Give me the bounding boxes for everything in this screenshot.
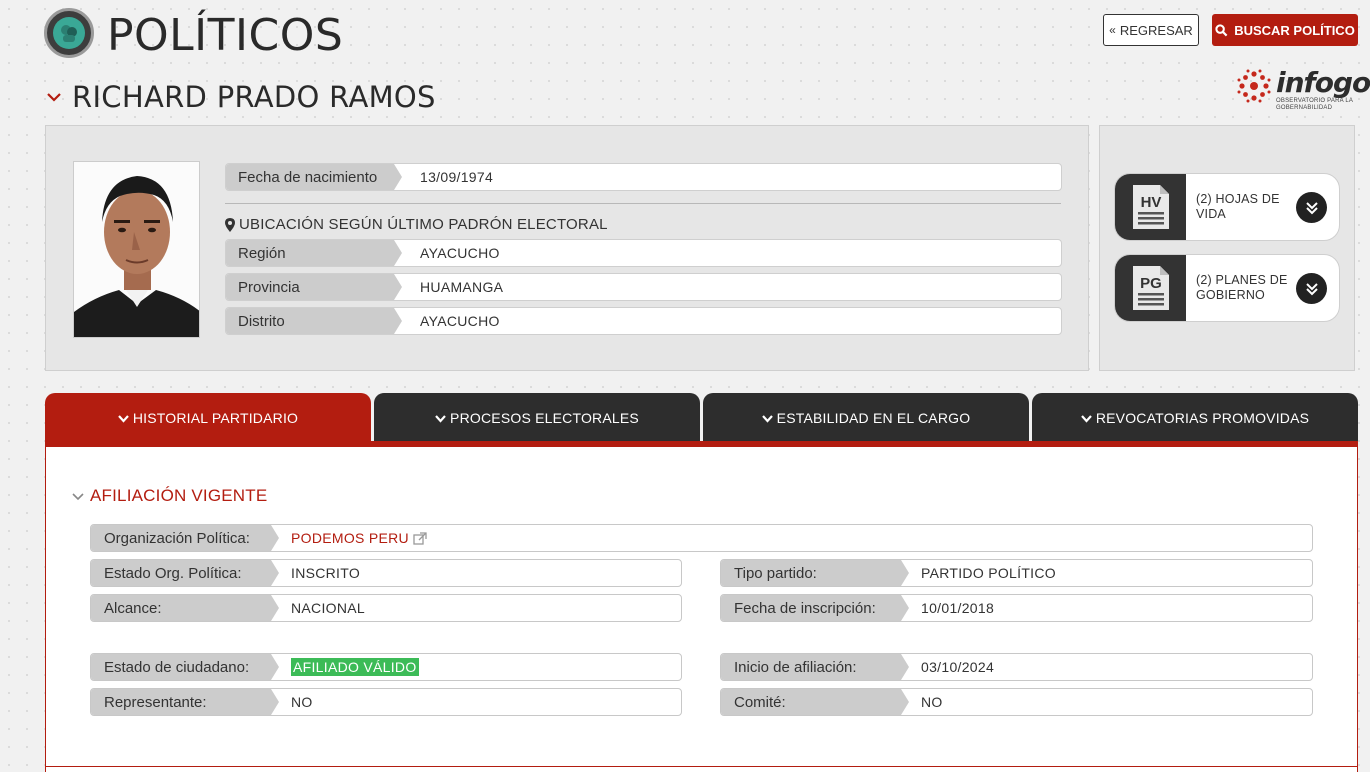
double-chevron-down-icon[interactable]	[1296, 273, 1327, 304]
chevron-down-icon	[118, 414, 129, 423]
tipo-partido-field: Tipo partido: PARTIDO POLÍTICO	[720, 559, 1313, 587]
field-value: AYACUCHO	[420, 245, 500, 261]
party-link[interactable]: PODEMOS PERU	[291, 530, 409, 546]
comite-field: Comité: NO	[720, 688, 1313, 716]
svg-text:PG: PG	[1140, 275, 1162, 292]
affiliation-title: AFILIACIÓN VIGENTE	[90, 486, 268, 505]
location-heading: UBICACIÓN SEGÚN ÚLTIMO PADRÓN ELECTORAL	[225, 216, 608, 233]
infogob-tagline: OBSERVATORIO PARA LA GOBERNABILIDAD	[1276, 98, 1353, 111]
politician-photo	[73, 161, 200, 338]
location-heading-text: UBICACIÓN SEGÚN ÚLTIMO PADRÓN ELECTORAL	[239, 216, 608, 233]
org-politica-field: Organización Política: PODEMOS PERU	[90, 524, 1313, 552]
estado-ciudadano-field: Estado de ciudadano: AFILIADO VÁLIDO	[90, 653, 682, 681]
search-button-label: BUSCAR POLÍTICO	[1234, 22, 1355, 38]
chevron-down-icon[interactable]	[46, 90, 62, 104]
tab-label: REVOCATORIAS PROMOVIDAS	[1095, 410, 1310, 426]
resumes-card[interactable]: HV (2) HOJAS DE VIDA	[1114, 173, 1340, 241]
field-label: Provincia	[226, 274, 402, 300]
field-value: HUAMANGA	[420, 279, 504, 295]
field-label: Estado de ciudadano:	[91, 654, 279, 680]
divider	[225, 203, 1061, 204]
field-value: NO	[921, 694, 943, 710]
affiliation-section-toggle[interactable]: AFILIACIÓN VIGENTE	[72, 486, 267, 506]
field-label: Alcance:	[91, 595, 279, 621]
back-button-label: REGRESAR	[1119, 22, 1193, 38]
field-value: INSCRITO	[291, 565, 361, 581]
alcance-field: Alcance: NACIONAL	[90, 594, 682, 622]
external-link-icon[interactable]	[413, 531, 427, 545]
field-value: 10/01/2018	[921, 600, 995, 616]
government-plans-card[interactable]: PG (2) PLANES DE GOBIERNO	[1114, 254, 1340, 322]
district-field: Distrito AYACUCHO	[225, 307, 1062, 335]
infogob-emblem-icon	[1237, 69, 1271, 103]
chevron-down-icon	[72, 492, 84, 500]
field-value: AFILIADO VÁLIDO	[279, 654, 419, 680]
field-label: Comité:	[721, 689, 909, 715]
chevron-down-icon	[435, 414, 446, 423]
infogob-logo[interactable]: infogob OBSERVATORIO PARA LA GOBERNABILI…	[1236, 66, 1370, 114]
tab-estabilidad-cargo[interactable]: ESTABILIDAD EN EL CARGO	[703, 393, 1029, 443]
status-badge: AFILIADO VÁLIDO	[291, 658, 419, 676]
region-field: Región AYACUCHO	[225, 239, 1062, 267]
search-politician-button[interactable]: BUSCAR POLÍTICO	[1212, 14, 1358, 46]
birth-date-field: Fecha de nacimiento 13/09/1974	[225, 163, 1062, 191]
field-value: NACIONAL	[291, 600, 365, 616]
tab-historial-partidario[interactable]: HISTORIAL PARTIDARIO	[45, 393, 371, 443]
government-plans-label: (2) PLANES DE GOBIERNO	[1196, 273, 1288, 302]
field-label: Representante:	[91, 689, 279, 715]
field-value: PARTIDO POLÍTICO	[921, 565, 1056, 581]
double-chevron-down-icon[interactable]	[1296, 192, 1327, 223]
field-value: AYACUCHO	[420, 313, 500, 329]
tab-procesos-electorales[interactable]: PROCESOS ELECTORALES	[374, 393, 700, 443]
tab-label: ESTABILIDAD EN EL CARGO	[776, 410, 971, 426]
back-button[interactable]: « REGRESAR	[1103, 14, 1199, 46]
page-title: POLÍTICOS	[107, 10, 344, 61]
fecha-inscripcion-field: Fecha de inscripción: 10/01/2018	[720, 594, 1313, 622]
field-label: Organización Política:	[91, 525, 279, 551]
document-hv-icon: HV	[1115, 174, 1186, 240]
field-value: PODEMOS PERU	[279, 525, 427, 551]
svg-text:HV: HV	[1140, 194, 1161, 211]
double-chevron-left-icon: «	[1109, 23, 1116, 37]
field-label: Distrito	[226, 308, 402, 334]
field-value: 03/10/2024	[921, 659, 995, 675]
field-label: Tipo partido:	[721, 560, 909, 586]
inicio-afiliacion-field: Inicio de afiliación: 03/10/2024	[720, 653, 1313, 681]
document-pg-icon: PG	[1115, 255, 1186, 321]
field-label: Fecha de nacimiento	[226, 164, 402, 190]
resumes-label: (2) HOJAS DE VIDA	[1196, 192, 1280, 221]
chevron-down-icon	[1081, 414, 1092, 423]
search-icon	[1215, 23, 1228, 36]
estado-org-field: Estado Org. Política: INSCRITO	[90, 559, 682, 587]
field-value: NO	[291, 694, 313, 710]
field-label: Fecha de inscripción:	[721, 595, 909, 621]
documents-panel	[1099, 125, 1355, 371]
province-field: Provincia HUAMANGA	[225, 273, 1062, 301]
infogob-wordmark: infogob	[1276, 66, 1370, 99]
map-marker-icon	[225, 217, 235, 232]
representante-field: Representante: NO	[90, 688, 682, 716]
politician-name: RICHARD PRADO RAMOS	[72, 80, 436, 114]
tab-label: PROCESOS ELECTORALES	[450, 410, 639, 426]
divider	[45, 766, 1358, 767]
field-label: Estado Org. Política:	[91, 560, 279, 586]
field-value: 13/09/1974	[420, 169, 494, 185]
section-logo-icon	[44, 8, 94, 58]
chevron-down-icon	[761, 414, 773, 423]
field-label: Inicio de afiliación:	[721, 654, 909, 680]
field-label: Región	[226, 240, 402, 266]
tab-label: HISTORIAL PARTIDARIO	[132, 410, 299, 426]
tab-revocatorias[interactable]: REVOCATORIAS PROMOVIDAS	[1032, 393, 1358, 443]
